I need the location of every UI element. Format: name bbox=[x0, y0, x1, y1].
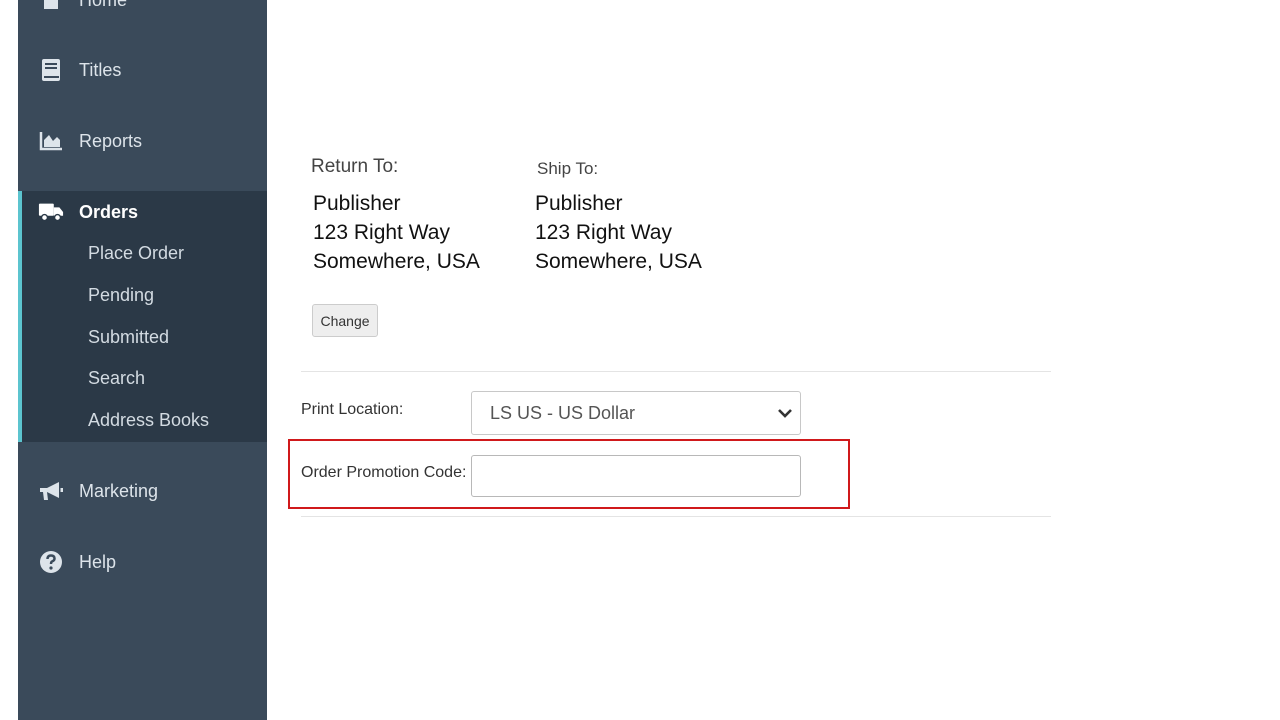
print-location-label: Print Location: bbox=[301, 401, 404, 418]
question-circle-icon bbox=[38, 550, 64, 574]
sidebar-item-label: Orders bbox=[79, 201, 139, 222]
print-location-value: LS US - US Dollar bbox=[490, 402, 636, 423]
sidebar-item-label: Marketing bbox=[79, 480, 159, 501]
sidebar-subitem-submitted[interactable]: Submitted bbox=[88, 327, 169, 348]
sidebar: Home Titles Reports Orders Place Order P… bbox=[18, 0, 267, 720]
return-name: Publisher bbox=[313, 192, 401, 215]
truck-icon bbox=[38, 200, 64, 224]
sidebar-item-reports[interactable]: Reports bbox=[18, 121, 267, 161]
orders-section: Orders Place Order Pending Submitted Sea… bbox=[18, 191, 267, 442]
change-address-button[interactable]: Change bbox=[312, 304, 378, 337]
sidebar-item-help[interactable]: Help bbox=[18, 542, 267, 582]
return-city: Somewhere, USA bbox=[313, 250, 480, 273]
ship-city: Somewhere, USA bbox=[535, 250, 702, 273]
sidebar-item-home[interactable]: Home bbox=[18, 0, 267, 20]
return-street: 123 Right Way bbox=[313, 221, 450, 244]
area-chart-icon bbox=[38, 129, 64, 153]
ship-name: Publisher bbox=[535, 192, 623, 215]
sidebar-subitem-address-books[interactable]: Address Books bbox=[88, 410, 209, 431]
ship-street: 123 Right Way bbox=[535, 221, 672, 244]
sidebar-subitem-pending[interactable]: Pending bbox=[88, 285, 154, 306]
sidebar-item-label: Reports bbox=[79, 130, 143, 151]
promo-code-label: Order Promotion Code: bbox=[301, 464, 467, 481]
sidebar-item-label: Titles bbox=[79, 59, 122, 80]
ship-to-heading: Ship To: bbox=[537, 159, 599, 178]
home-icon bbox=[38, 0, 64, 12]
megaphone-icon bbox=[38, 479, 64, 503]
print-location-select[interactable]: LS US - US Dollar bbox=[471, 391, 801, 435]
sidebar-item-orders[interactable]: Orders bbox=[18, 192, 267, 232]
promo-code-input[interactable] bbox=[471, 455, 801, 497]
sidebar-item-label: Home bbox=[79, 0, 127, 11]
sidebar-item-label: Help bbox=[79, 551, 117, 572]
sidebar-subitem-search[interactable]: Search bbox=[88, 368, 145, 389]
divider bbox=[301, 371, 1051, 372]
sidebar-subitem-place-order[interactable]: Place Order bbox=[88, 243, 184, 264]
sidebar-item-titles[interactable]: Titles bbox=[18, 50, 267, 90]
divider bbox=[301, 516, 1051, 517]
chevron-down-icon bbox=[776, 404, 794, 427]
return-to-address: Publisher 123 Right Way Somewhere, USA bbox=[313, 189, 480, 276]
book-icon bbox=[38, 58, 64, 82]
sidebar-item-marketing[interactable]: Marketing bbox=[18, 471, 267, 511]
return-to-heading: Return To: bbox=[311, 156, 399, 177]
ship-to-address: Publisher 123 Right Way Somewhere, USA bbox=[535, 189, 702, 276]
